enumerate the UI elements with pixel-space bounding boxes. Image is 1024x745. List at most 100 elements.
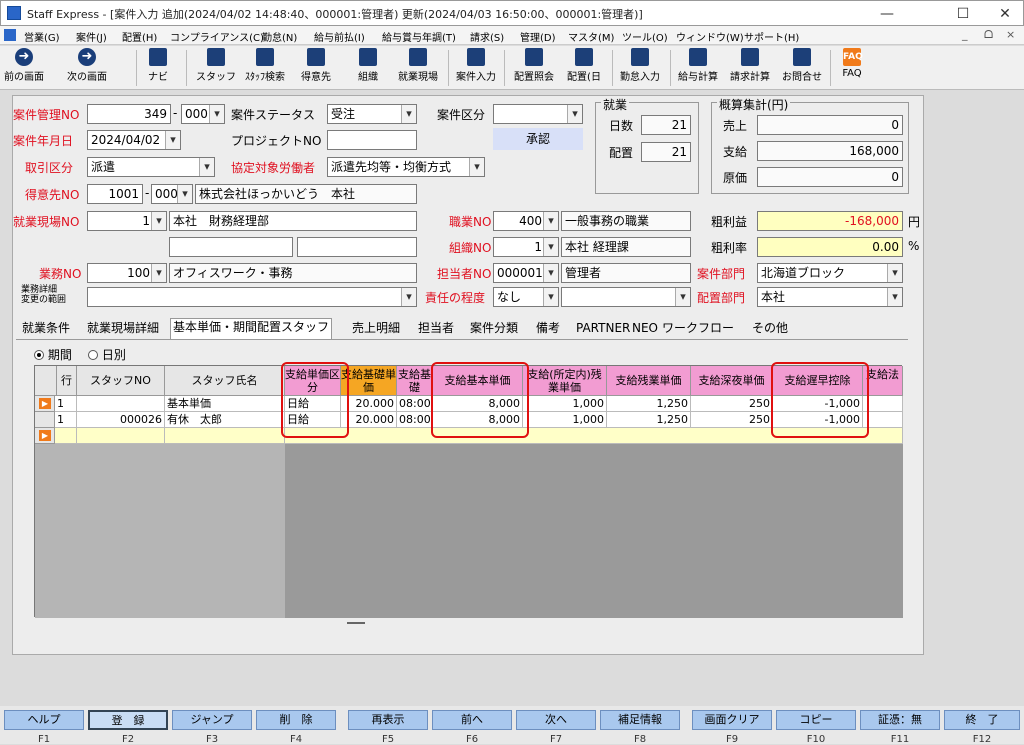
assignment-inquiry-button[interactable]: 配置照会 xyxy=(508,48,560,88)
trade-select[interactable]: 派遣 xyxy=(87,157,215,177)
tab-work-conditions[interactable]: 就業条件 xyxy=(20,320,72,338)
menu-admin[interactable]: 管理(D) xyxy=(520,29,556,44)
f6-prev-button[interactable]: 前へ xyxy=(432,710,512,730)
daily-radio[interactable]: 日別 xyxy=(88,346,126,363)
tab-neo[interactable]: NEO xyxy=(630,320,660,338)
new-row-cell[interactable] xyxy=(77,428,165,444)
customer-no-input[interactable]: 1001 xyxy=(87,184,143,204)
f8-supplement-button[interactable]: 補足情報 xyxy=(600,710,680,730)
menu-support[interactable]: サポート(H) xyxy=(744,29,799,44)
tab-unit-price-staff[interactable]: 基本単価・期間配置スタッフ xyxy=(170,318,333,339)
row-pointer[interactable] xyxy=(35,412,55,428)
dept-select[interactable]: 北海道ブロック xyxy=(757,263,903,283)
case-no-input[interactable]: 349 xyxy=(87,104,171,124)
tab-workplace-detail[interactable]: 就業現場詳細 xyxy=(85,320,161,338)
menu-payroll[interactable]: 給与賞与年調(T) xyxy=(382,29,456,44)
tab-workflow[interactable]: ワークフロー xyxy=(660,320,736,338)
payroll-button[interactable]: 給与計算 xyxy=(674,48,722,88)
grid-cell[interactable]: 20.000 xyxy=(341,396,397,412)
staff-button[interactable]: スタッフ xyxy=(196,48,236,88)
grid-cell[interactable]: 1 xyxy=(55,412,77,428)
navi-button[interactable]: ナビ xyxy=(140,48,176,88)
grid-cell[interactable]: 250 xyxy=(691,396,773,412)
row-pointer[interactable]: ▶ xyxy=(35,396,55,412)
menu-assign[interactable]: 配置(H) xyxy=(122,29,157,44)
f12-exit-button[interactable]: 終 了 xyxy=(944,710,1020,730)
customer-sub-select[interactable]: 000 xyxy=(151,184,193,204)
grid-cell[interactable]: 1,000 xyxy=(523,396,607,412)
menu-master[interactable]: マスタ(M) xyxy=(568,29,614,44)
attendance-entry-button[interactable]: 勤怠入力 xyxy=(616,48,664,88)
grid-cell[interactable] xyxy=(77,396,165,412)
scroll-handle[interactable] xyxy=(347,622,365,624)
next-screen-button[interactable]: ➜ 次の画面 xyxy=(62,48,112,88)
workplace-extra-2[interactable] xyxy=(297,237,417,257)
grid-cell[interactable]: 08:00 xyxy=(397,396,433,412)
grid-cell[interactable]: 1,250 xyxy=(607,396,691,412)
tab-other[interactable]: その他 xyxy=(750,320,790,338)
project-input[interactable] xyxy=(327,130,417,150)
workplace-button[interactable]: 就業現場 xyxy=(394,48,442,88)
menu-sales[interactable]: 営業(G) xyxy=(24,29,60,44)
mdi-restore-button[interactable]: ᗝ xyxy=(984,28,993,42)
responsibility-select[interactable]: なし xyxy=(493,287,559,307)
assignment-daily-button[interactable]: 配置(日 xyxy=(562,48,606,88)
grid-cell[interactable] xyxy=(863,412,903,428)
prev-screen-button[interactable]: ➜ 前の画面 xyxy=(2,48,46,88)
menu-billing[interactable]: 請求(S) xyxy=(470,29,504,44)
status-select[interactable]: 受注 xyxy=(327,104,417,124)
menu-case[interactable]: 案件(J) xyxy=(76,29,107,44)
organization-button[interactable]: 組織 xyxy=(350,48,386,88)
duty-no-select[interactable]: 100 xyxy=(87,263,167,283)
mdi-minimize-button[interactable]: _ xyxy=(962,28,968,41)
tab-person[interactable]: 担当者 xyxy=(416,320,456,338)
grid-cell[interactable]: 有休 太郎 xyxy=(165,412,285,428)
inquiry-button[interactable]: お問合せ xyxy=(778,48,826,88)
f9-clear-button[interactable]: 画面クリア xyxy=(692,710,772,730)
menu-advance[interactable]: 給与前払(I) xyxy=(314,29,365,44)
grid-cell[interactable]: 000026 xyxy=(77,412,165,428)
maximize-button[interactable]: ☐ xyxy=(943,4,983,24)
case-entry-button[interactable]: 案件入力 xyxy=(452,48,500,88)
f4-delete-button[interactable]: 削 除 xyxy=(256,710,336,730)
grid-cell[interactable]: 基本単価 xyxy=(165,396,285,412)
customer-button[interactable]: 得意先 xyxy=(296,48,336,88)
workplace-name-field[interactable]: 本社 財務経理部 xyxy=(169,211,417,231)
minimize-button[interactable]: — xyxy=(867,4,907,24)
org-no-select[interactable]: 1 xyxy=(493,237,559,257)
grid-cell[interactable]: 08:00 xyxy=(397,412,433,428)
workplace-no-select[interactable]: 1 xyxy=(87,211,167,231)
f2-register-button[interactable]: 登 録 xyxy=(88,710,168,730)
faq-button[interactable]: FAQ FAQ xyxy=(834,48,870,88)
grid-cell[interactable]: 20.000 xyxy=(341,412,397,428)
new-row-pointer[interactable]: ▶ xyxy=(35,428,55,444)
f5-refresh-button[interactable]: 再表示 xyxy=(348,710,428,730)
job-no-select[interactable]: 400 xyxy=(493,211,559,231)
new-row-cell[interactable] xyxy=(165,428,285,444)
workplace-extra-1[interactable] xyxy=(169,237,293,257)
period-radio[interactable]: 期間 xyxy=(34,346,72,363)
category-select[interactable] xyxy=(493,104,583,124)
grid-cell[interactable]: 1,000 xyxy=(523,412,607,428)
f3-jump-button[interactable]: ジャンプ xyxy=(172,710,252,730)
tab-partner[interactable]: PARTNER xyxy=(574,320,632,338)
menu-compliance[interactable]: コンプライアンス(C) xyxy=(170,29,264,44)
grid-cell[interactable]: 1,250 xyxy=(607,412,691,428)
date-input[interactable]: 2024/04/02 xyxy=(87,130,181,150)
menu-attendance[interactable]: 勤怠(N) xyxy=(262,29,297,44)
f11-evidence-button[interactable]: 証憑：無 xyxy=(860,710,940,730)
grid-cell[interactable] xyxy=(863,396,903,412)
duty-detail-select[interactable] xyxy=(87,287,417,307)
tab-remarks[interactable]: 備考 xyxy=(534,320,562,338)
menu-tools[interactable]: ツール(O) xyxy=(622,29,668,44)
mdi-close-button[interactable]: × xyxy=(1006,28,1015,41)
f10-copy-button[interactable]: コピー xyxy=(776,710,856,730)
grid-cell[interactable]: 250 xyxy=(691,412,773,428)
close-button[interactable]: ✕ xyxy=(985,4,1024,24)
menu-window[interactable]: ウィンドウ(W) xyxy=(676,29,744,44)
billing-button[interactable]: 請求計算 xyxy=(726,48,774,88)
person-no-select[interactable]: 000001 xyxy=(493,263,559,283)
responsibility-detail-select[interactable] xyxy=(561,287,691,307)
f7-next-button[interactable]: 次へ xyxy=(516,710,596,730)
f1-help-button[interactable]: ヘルプ xyxy=(4,710,84,730)
